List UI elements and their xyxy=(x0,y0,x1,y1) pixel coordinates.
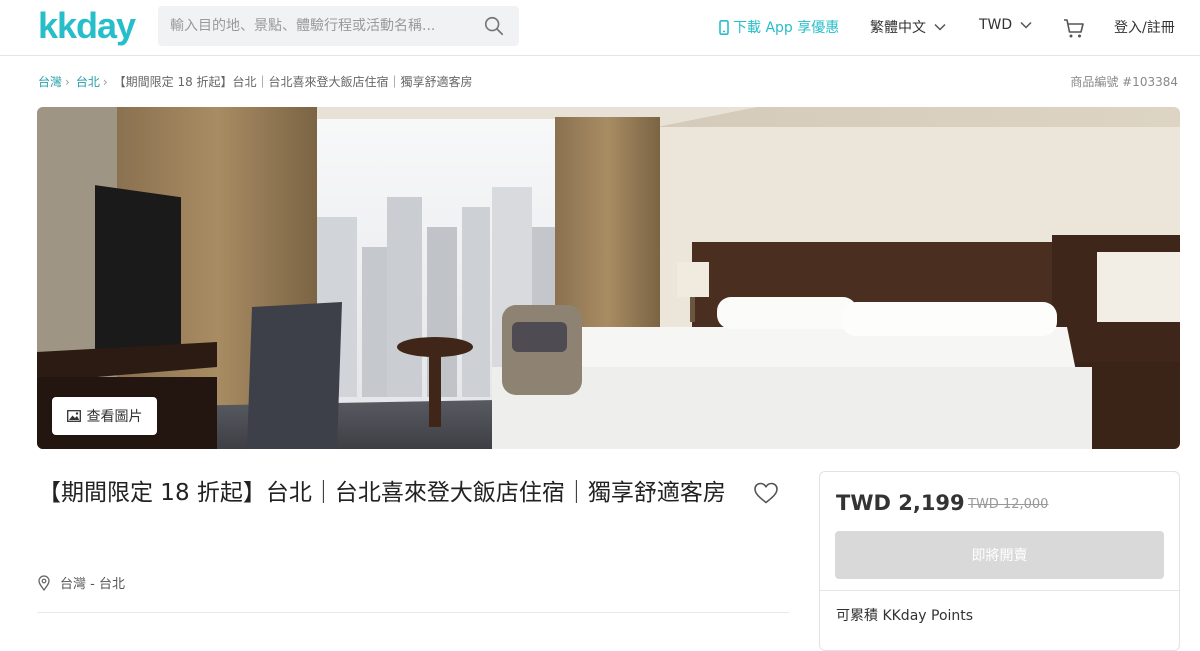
price-box: TWD 2,199 TWD 12,000 即將開賣 可累積 KKday Poin… xyxy=(819,471,1180,651)
breadcrumb-current: 【期間限定 18 折起】台北｜台北喜來登大飯店住宿｜獨享舒適客房 xyxy=(113,75,473,89)
coming-soon-button[interactable]: 即將開賣 xyxy=(835,531,1164,579)
breadcrumb-separator: › xyxy=(102,74,108,89)
breadcrumb: 台灣 › 台北 › 【期間限定 18 折起】台北｜台北喜來登大飯店住宿｜獨享舒適… xyxy=(38,73,473,90)
location-pin-icon xyxy=(38,574,50,591)
search-input[interactable] xyxy=(158,6,478,46)
hotel-room-photo xyxy=(37,107,1180,449)
original-price: TWD 12,000 xyxy=(968,497,1049,512)
download-app-link[interactable]: 下載 App 享優惠 xyxy=(719,17,839,37)
cart-icon[interactable] xyxy=(1062,16,1086,40)
currency-label: TWD xyxy=(979,17,1013,33)
product-location: 台灣 - 台北 xyxy=(38,573,125,592)
kkday-points-note: 可累積 KKday Points xyxy=(836,608,974,624)
currency-selector[interactable]: TWD xyxy=(979,17,1032,33)
view-photos-label: 查看圖片 xyxy=(86,409,143,425)
language-selector[interactable]: 繁體中文 xyxy=(870,17,946,37)
chevron-down-icon xyxy=(1020,21,1032,29)
location-label: 台灣 - 台北 xyxy=(60,577,125,592)
language-label: 繁體中文 xyxy=(870,20,926,36)
login-register-link[interactable]: 登入/註冊 xyxy=(1114,17,1175,37)
product-title: 【期間限定 18 折起】台北｜台北喜來登大飯店住宿｜獨享舒適客房 xyxy=(38,480,726,506)
phone-icon xyxy=(719,19,729,35)
hero-image[interactable] xyxy=(37,107,1180,449)
current-price: TWD 2,199 xyxy=(836,491,965,515)
search-icon[interactable] xyxy=(483,15,505,37)
product-id: 商品編號 #103384 xyxy=(1070,75,1178,89)
breadcrumb-taiwan[interactable]: 台灣 xyxy=(38,73,62,90)
site-header: kkday 下載 App 享優惠 繁體中文 TWD 登入/註冊 xyxy=(0,0,1200,56)
image-icon xyxy=(66,410,81,422)
chevron-down-icon xyxy=(934,23,946,31)
section-divider xyxy=(37,612,789,613)
breadcrumb-separator: › xyxy=(65,74,70,89)
price-box-divider xyxy=(820,590,1179,591)
kkday-logo[interactable]: kkday xyxy=(38,6,136,46)
download-app-label: 下載 App 享優惠 xyxy=(733,20,840,36)
search-bar[interactable] xyxy=(158,6,519,46)
heart-icon[interactable] xyxy=(753,481,779,505)
view-photos-button[interactable]: 查看圖片 xyxy=(52,397,157,435)
breadcrumb-taipei[interactable]: 台北 xyxy=(76,73,100,90)
